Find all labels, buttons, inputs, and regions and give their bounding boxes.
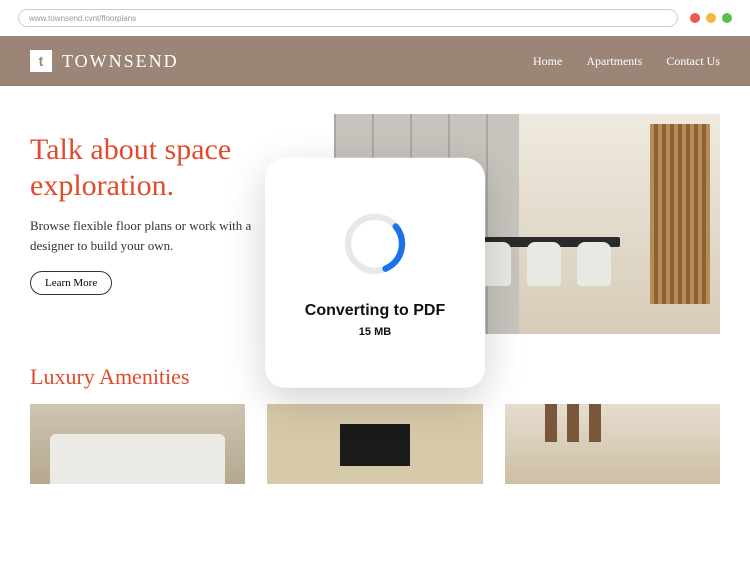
amenity-card-living[interactable] [267,404,482,484]
brand-name: TOWNSEND [62,51,179,72]
minimize-icon[interactable] [706,13,716,23]
hero-title-line1: Talk about space [30,132,310,168]
amenities-grid [30,404,720,484]
modal-title: Converting to PDF [305,301,445,319]
nav-contact[interactable]: Contact Us [666,54,720,69]
progress-spinner-icon [339,207,411,279]
nav-apartments[interactable]: Apartments [586,54,642,69]
nav-links: Home Apartments Contact Us [533,54,720,69]
url-bar[interactable]: www.townsend.cvnt/floorplans [18,9,678,27]
browser-chrome: www.townsend.cvnt/floorplans [0,0,750,36]
modal-file-size: 15 MB [359,325,391,337]
brand[interactable]: t TOWNSEND [30,50,179,72]
learn-more-button[interactable]: Learn More [30,271,112,295]
amenity-card-bedroom[interactable] [30,404,245,484]
converting-modal: Converting to PDF 15 MB [265,157,485,387]
site-header: t TOWNSEND Home Apartments Contact Us [0,36,750,86]
amenity-card-kitchen[interactable] [505,404,720,484]
maximize-icon[interactable] [722,13,732,23]
hero-subtitle: Browse flexible floor plans or work with… [30,216,290,255]
close-icon[interactable] [690,13,700,23]
url-text: www.townsend.cvnt/floorplans [29,14,136,23]
window-controls [690,13,732,23]
brand-icon: t [30,50,52,72]
nav-home[interactable]: Home [533,54,562,69]
